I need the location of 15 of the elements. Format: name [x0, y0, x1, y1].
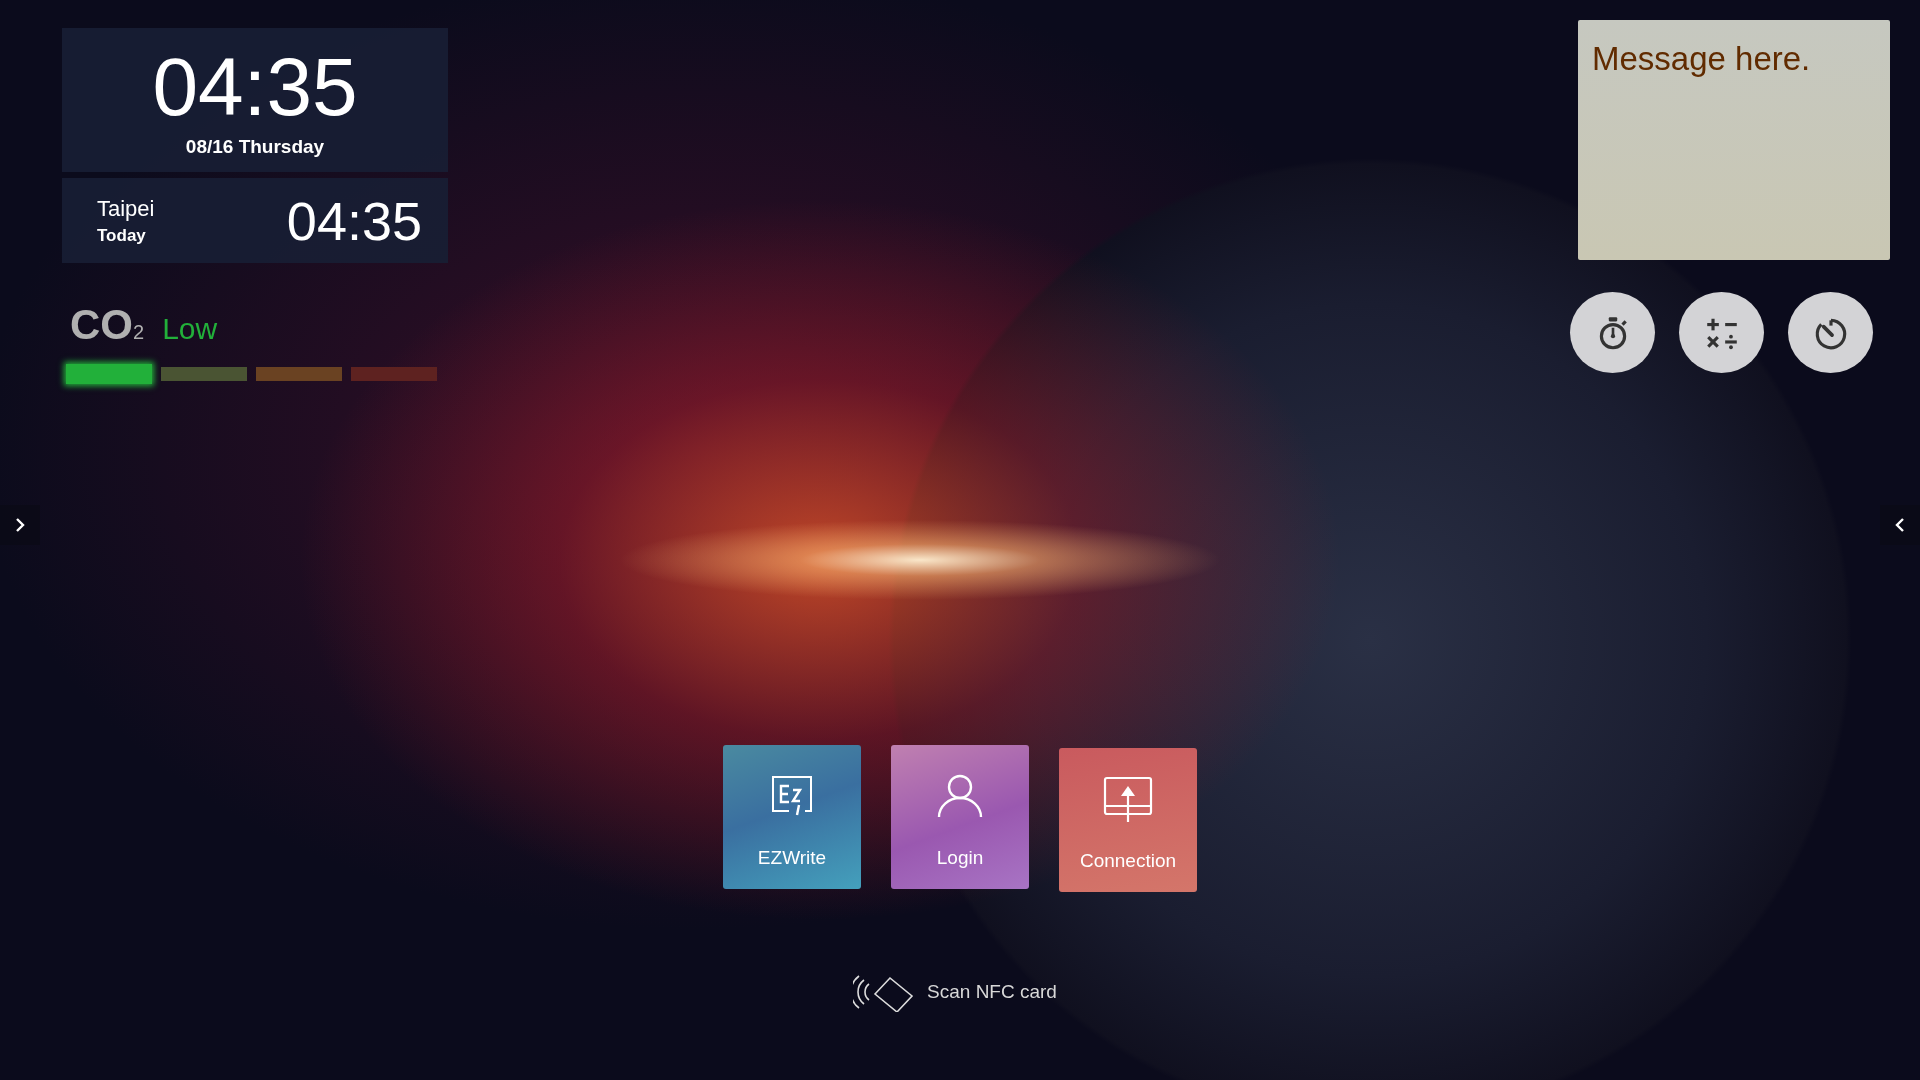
nfc-card-icon	[853, 972, 916, 1012]
screen-upload-icon	[1103, 774, 1153, 824]
ezwrite-tile[interactable]: EZWrite	[723, 745, 861, 889]
panel-toggle-button[interactable]	[1880, 505, 1920, 545]
nfc-prompt: Scan NFC card	[927, 981, 1057, 1003]
message-note[interactable]: Message here.	[1578, 20, 1890, 260]
city-name: Taipei	[97, 195, 155, 222]
connection-tile[interactable]: Connection	[1059, 748, 1197, 892]
world-clock-time: 04:35	[286, 189, 422, 252]
panel-toggle-button[interactable]	[0, 505, 40, 545]
co2-reading: Low	[162, 312, 218, 346]
clock-time: 04:35	[152, 46, 358, 128]
login-tile[interactable]: Login	[891, 745, 1029, 889]
day-label: Today	[97, 225, 147, 246]
clock-date: 08/16 Thursday	[185, 136, 325, 158]
